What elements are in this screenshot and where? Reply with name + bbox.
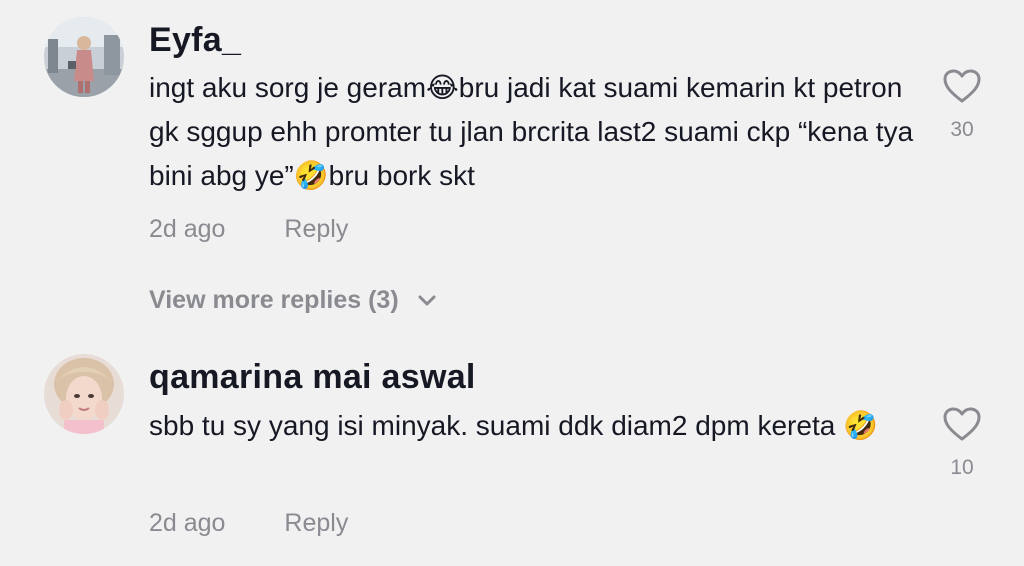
comment-meta: 2d ago Reply	[149, 509, 348, 538]
reply-button[interactable]: Reply	[284, 509, 348, 537]
like-count: 10	[950, 456, 974, 479]
view-more-replies-button[interactable]: View more replies (3)	[149, 286, 436, 315]
avatar[interactable]	[44, 354, 124, 434]
comment-meta: 2d ago Reply	[149, 215, 348, 244]
reply-button[interactable]: Reply	[284, 215, 348, 243]
like-button[interactable]: 10	[938, 406, 986, 480]
avatar[interactable]	[44, 17, 124, 97]
chevron-down-icon	[418, 285, 436, 314]
comment-text: sbb tu sy yang isi minyak. suami ddk dia…	[149, 410, 878, 441]
avatar-photo-icon	[44, 17, 124, 97]
comment-text: ingt aku sorg je geram😂bru jadi kat suam…	[149, 72, 914, 191]
comment-username[interactable]: Eyfa_	[149, 21, 241, 60]
heart-outline-icon	[943, 69, 981, 103]
comment-username[interactable]: qamarina mai aswal	[149, 358, 476, 397]
comment-list: Eyfa_ ingt aku sorg je geram😂bru jadi ka…	[0, 0, 1024, 566]
like-button[interactable]: 30	[938, 68, 986, 142]
view-more-replies-label: View more replies (3)	[149, 286, 399, 314]
comment-timestamp: 2d ago	[149, 215, 226, 243]
avatar-photo-icon	[44, 354, 124, 434]
comment-timestamp: 2d ago	[149, 509, 226, 537]
like-count: 30	[950, 118, 974, 141]
heart-outline-icon	[943, 407, 981, 441]
